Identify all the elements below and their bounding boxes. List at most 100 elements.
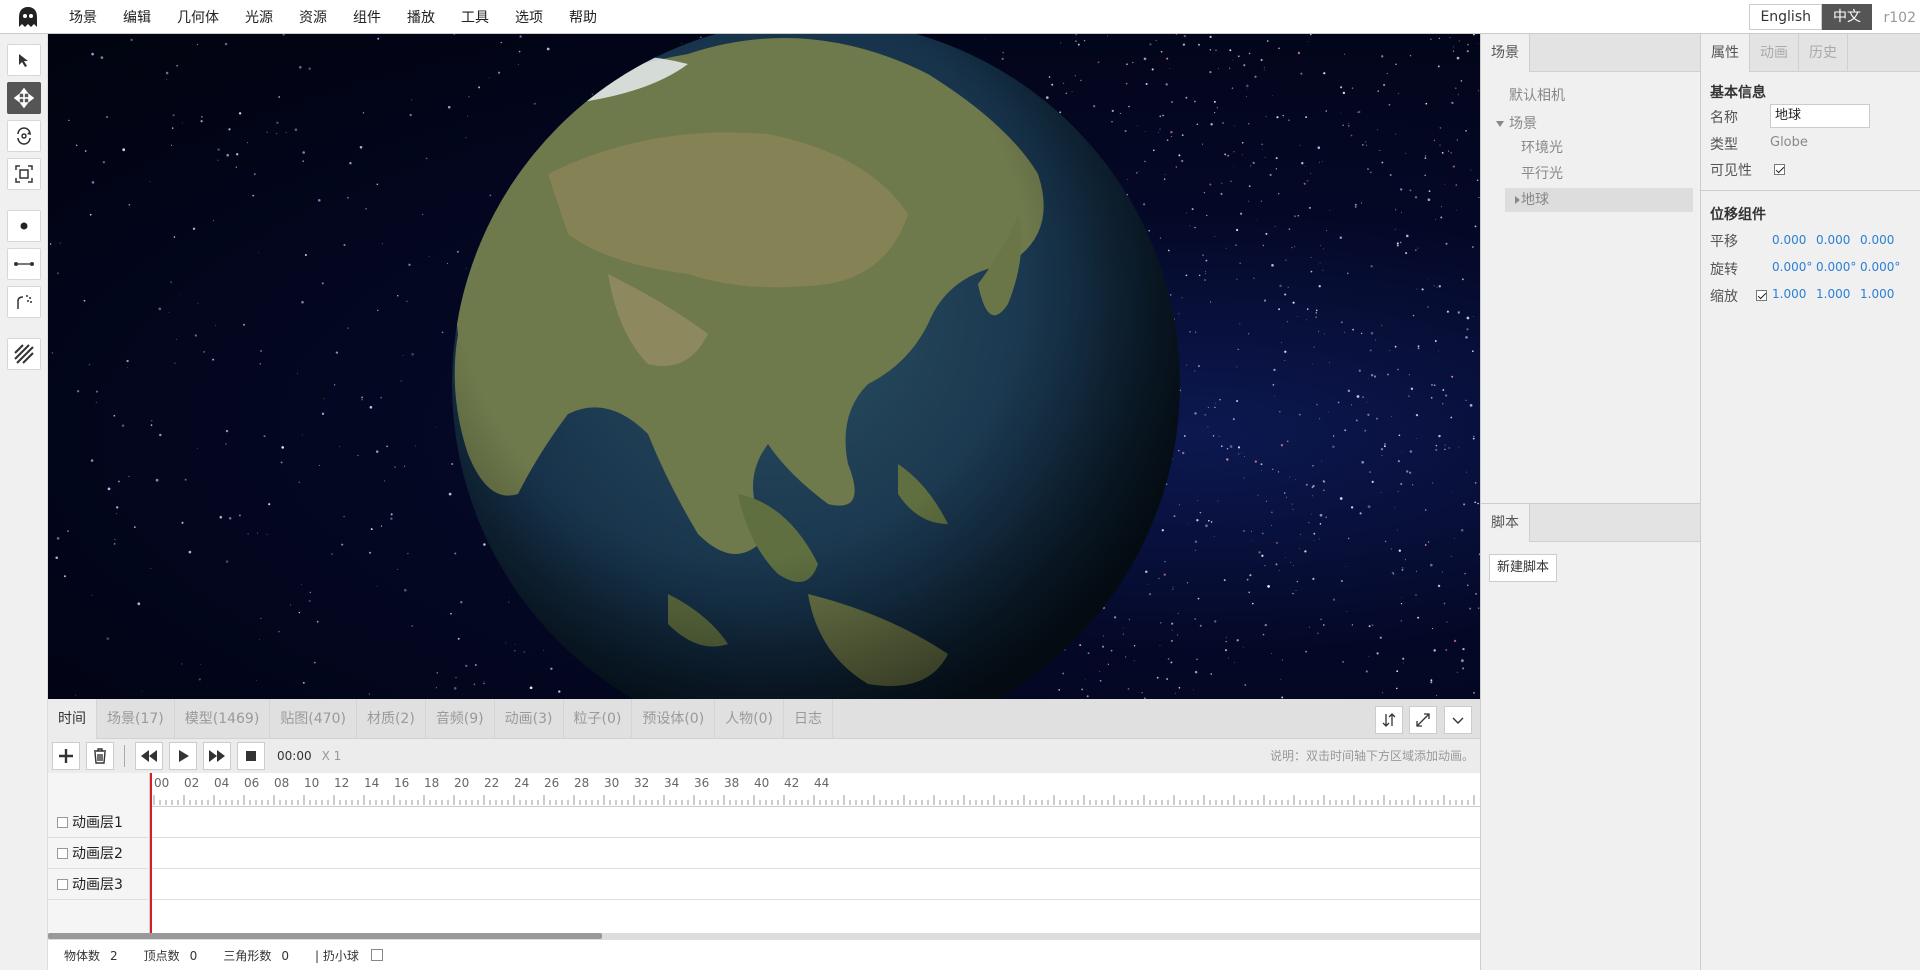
new-script-button[interactable]: 新建脚本 — [1489, 554, 1558, 582]
lang-english-button[interactable]: English — [1749, 4, 1822, 30]
tab-model[interactable]: 模型(1469) — [175, 698, 271, 739]
tab-prefab[interactable]: 预设体(0) — [632, 698, 716, 739]
caret-down-icon[interactable] — [1495, 119, 1505, 129]
tab-script[interactable]: 脚本 — [1481, 504, 1530, 542]
tree-item-default-camera[interactable]: 默认相机 — [1509, 84, 1565, 108]
name-input[interactable]: 地球 — [1770, 104, 1870, 128]
properties-tabbar: 属性 动画 历史 — [1701, 34, 1920, 72]
animation-layer-row[interactable]: 动画层1 — [48, 807, 1480, 838]
spray-tool-button[interactable] — [7, 286, 41, 318]
tab-scene[interactable]: 场景(17) — [97, 698, 175, 739]
menu-geometry[interactable]: 几何体 — [164, 0, 232, 34]
lang-chinese-button[interactable]: 中文 — [1822, 4, 1872, 30]
tree-item-earth[interactable]: 地球 — [1521, 188, 1549, 212]
tab-scene-tree[interactable]: 场景 — [1481, 34, 1530, 72]
ruler-label: 44 — [814, 776, 829, 790]
fast-forward-button[interactable] — [203, 742, 231, 770]
rewind-button[interactable] — [135, 742, 163, 770]
tab-particle[interactable]: 粒子(0) — [564, 698, 633, 739]
scale-tool-button[interactable] — [7, 158, 41, 190]
tree-item-scene[interactable]: 场景 — [1509, 112, 1537, 136]
layer-checkbox[interactable] — [57, 878, 68, 890]
timeline-body[interactable]: 00 02 04 06 08 10 12 14 16 18 20 22 24 26 28 30 32 34 36 38… — [48, 773, 1480, 939]
rotate-tool-button[interactable] — [7, 120, 41, 152]
timeline-tabs: 时间 场景(17) 模型(1469) 贴图(470) 材质(2) 音频(9) 动… — [48, 698, 1480, 739]
throw-ball-checkbox[interactable] — [370, 949, 383, 961]
basic-info-title: 基本信息 — [1710, 85, 1766, 101]
tab-history[interactable]: 历史 — [1799, 34, 1848, 72]
select-tool-button[interactable] — [7, 44, 41, 76]
divider — [1701, 190, 1920, 191]
visible-checkbox[interactable] — [1774, 164, 1785, 175]
point-tool-button[interactable] — [7, 210, 41, 242]
stop-button[interactable] — [237, 742, 265, 770]
tab-texture[interactable]: 贴图(470) — [270, 698, 357, 739]
time-ruler[interactable]: 00 02 04 06 08 10 12 14 16 18 20 22 24 26 28 30 32 34 36 38… — [150, 773, 1480, 807]
delete-layer-button[interactable] — [86, 742, 114, 770]
scale-z[interactable]: 1.000 — [1860, 287, 1894, 301]
type-value: Globe — [1770, 135, 1808, 150]
ruler-label: 12 — [334, 776, 349, 790]
rotation-y[interactable]: 0.000° — [1816, 260, 1856, 274]
translate-tool-button[interactable] — [7, 82, 41, 114]
ruler-label: 14 — [364, 776, 379, 790]
vertex-count: 顶点数 0 — [143, 948, 198, 963]
tab-character[interactable]: 人物(0) — [715, 698, 785, 739]
earth-globe[interactable] — [48, 34, 1480, 699]
layer-checkbox[interactable] — [57, 816, 68, 828]
menu-play[interactable]: 播放 — [394, 0, 448, 34]
tab-audio[interactable]: 音频(9) — [426, 698, 495, 739]
scene-tabbar: 场景 — [1481, 34, 1700, 72]
tree-item-directional-light[interactable]: 平行光 — [1521, 162, 1563, 186]
menu-component[interactable]: 组件 — [340, 0, 394, 34]
playhead[interactable] — [150, 773, 152, 939]
app-logo-icon[interactable] — [0, 0, 56, 34]
collapse-panel-button[interactable] — [1444, 706, 1472, 734]
menu-assets[interactable]: 资源 — [286, 0, 340, 34]
3d-viewport[interactable] — [48, 34, 1480, 699]
tab-properties[interactable]: 属性 — [1701, 34, 1750, 72]
maximize-panel-button[interactable] — [1409, 706, 1437, 734]
add-layer-button[interactable] — [52, 742, 80, 770]
layer-checkbox[interactable] — [57, 847, 68, 859]
animation-layer-row[interactable]: 动画层2 — [48, 838, 1480, 869]
play-button[interactable] — [169, 742, 197, 770]
menu-bar: 场景 编辑 几何体 光源 资源 组件 播放 工具 选项 帮助 English 中… — [0, 0, 1920, 34]
ruler-label: 06 — [244, 776, 259, 790]
scale-y[interactable]: 1.000 — [1816, 287, 1850, 301]
rotation-z[interactable]: 0.000° — [1860, 260, 1900, 274]
tab-animation-props[interactable]: 动画 — [1750, 34, 1799, 72]
animation-layer-row[interactable]: 动画层3 — [48, 869, 1480, 900]
position-x[interactable]: 0.000 — [1772, 233, 1806, 247]
scale-lock-checkbox[interactable] — [1756, 290, 1767, 301]
stop-icon — [246, 751, 256, 761]
tab-material[interactable]: 材质(2) — [357, 698, 426, 739]
swap-panel-button[interactable] — [1375, 706, 1403, 734]
playback-speed: X 1 — [321, 749, 342, 763]
tab-time[interactable]: 时间 — [48, 698, 97, 739]
position-y[interactable]: 0.000 — [1816, 233, 1850, 247]
menu-light[interactable]: 光源 — [232, 0, 286, 34]
caret-right-icon[interactable] — [1513, 195, 1521, 205]
scale-x[interactable]: 1.000 — [1772, 287, 1806, 301]
expand-icon — [1416, 713, 1430, 727]
rotation-x[interactable]: 0.000° — [1772, 260, 1812, 274]
menu-tools[interactable]: 工具 — [448, 0, 502, 34]
tab-animation[interactable]: 动画(3) — [495, 698, 564, 739]
ruler-label: 30 — [604, 776, 619, 790]
line-tool-button[interactable] — [7, 248, 41, 280]
menu-help[interactable]: 帮助 — [556, 0, 610, 34]
tab-log[interactable]: 日志 — [784, 698, 834, 739]
menu-options[interactable]: 选项 — [502, 0, 556, 34]
position-label: 平移 — [1710, 234, 1738, 250]
trash-icon — [94, 748, 106, 764]
spray-icon — [17, 295, 32, 309]
menu-edit[interactable]: 编辑 — [110, 0, 164, 34]
hatch-tool-button[interactable] — [7, 338, 41, 370]
menu-scene[interactable]: 场景 — [56, 0, 110, 34]
timeline-controls: 00:00 X 1 说明：双击时间轴下方区域添加动画。 — [48, 739, 1480, 773]
ruler-label: 28 — [574, 776, 589, 790]
position-z[interactable]: 0.000 — [1860, 233, 1894, 247]
tree-item-ambient-light[interactable]: 环境光 — [1521, 136, 1563, 160]
swap-vertical-icon — [1382, 713, 1396, 727]
